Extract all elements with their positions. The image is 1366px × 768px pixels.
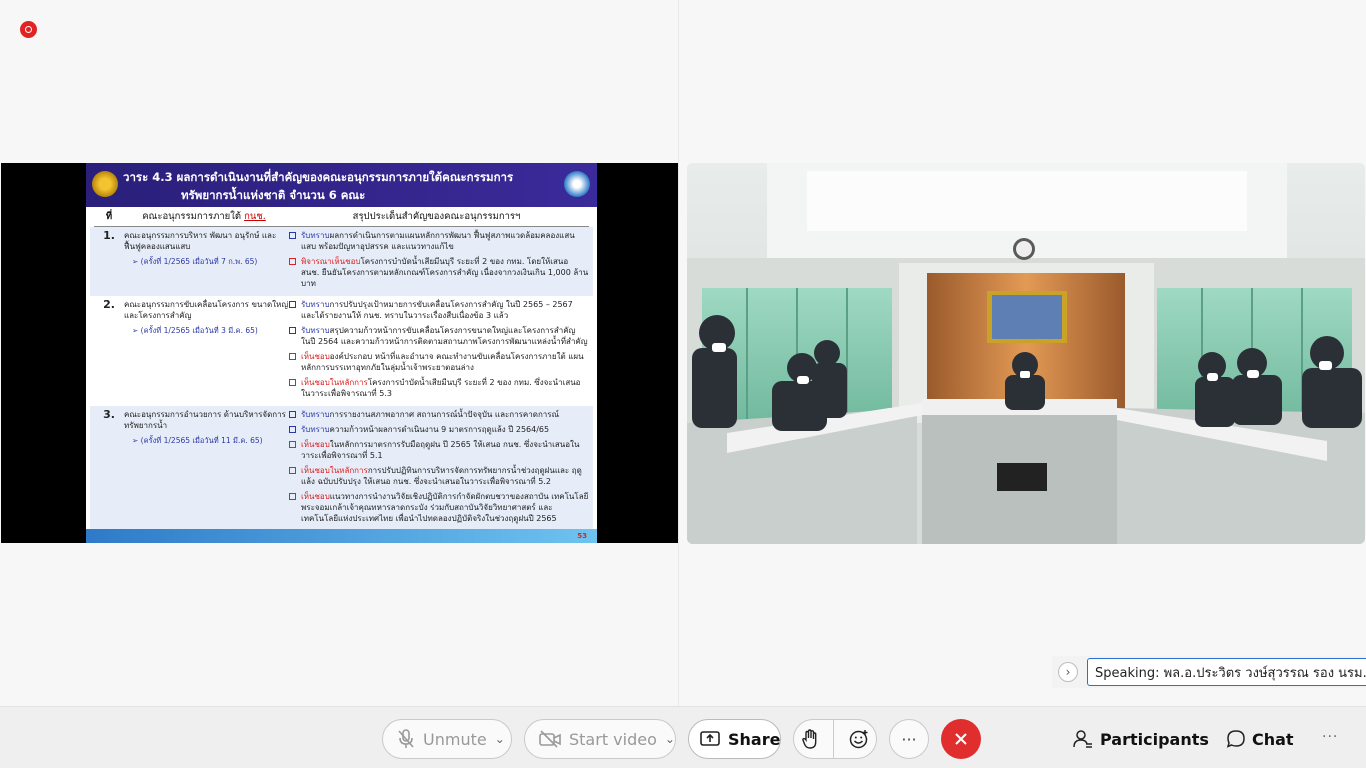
chat-icon xyxy=(1226,729,1246,749)
committee-name: คณะอนุกรรมการอำนวยการ ด้านบริหารจัดการทร… xyxy=(124,409,289,528)
chat-label: Chat xyxy=(1252,729,1294,749)
summary-keyword: รับทราบ xyxy=(301,300,330,309)
reactions-group xyxy=(793,719,877,759)
row-number: 1. xyxy=(103,229,115,242)
col-summary: สรุปประเด็นสำคัญของคณะอนุกรรมการฯ xyxy=(352,211,521,222)
share-label: Share xyxy=(728,729,781,749)
committee-name-text: คณะอนุกรรมการอำนวยการ ด้านบริหารจัดการทร… xyxy=(124,410,286,430)
committee-name: คณะอนุกรรมการขับเคลื่อนโครงการ ขนาดใหญ่แ… xyxy=(124,299,289,403)
participants-icon xyxy=(1072,729,1094,749)
speaking-indicator-bar: › Speaking: พล.อ.ประวิตร วงษ์สุวรรณ รอง … xyxy=(1052,656,1366,688)
slide-table-row: 1. คณะอนุกรรมการบริหาร พัฒนา อนุรักษ์ และ… xyxy=(90,227,593,296)
summary-keyword: เห็นชอบ xyxy=(301,352,330,361)
summary-text: แนวทางการนำงานวิจัยเชิงปฏิบัติการกำจัดผั… xyxy=(301,492,589,523)
summary-item: เห็นชอบแนวทางการนำงานวิจัยเชิงปฏิบัติการ… xyxy=(289,491,589,524)
summary-text: สรุปความก้าวหน้าการขับเคลื่อนโครงการขนาด… xyxy=(301,326,588,346)
expand-chevron-icon[interactable]: › xyxy=(1058,662,1078,682)
slide-title-line1: วาระ 4.3 ผลการดำเนินงานที่สำคัญของคณะอนุ… xyxy=(123,170,514,184)
slide-table-body: 1. คณะอนุกรรมการบริหาร พัฒนา อนุรักษ์ และ… xyxy=(86,227,597,531)
summary-items: รับทราบการรายงานสภาพอากาศ สถานการณ์น้ำปั… xyxy=(289,409,589,528)
meeting-control-bar: Unmute ⌄ Start video ⌄ Share ··· Partici… xyxy=(0,706,1366,768)
slide-table-row: 2. คณะอนุกรรมการขับเคลื่อนโครงการ ขนาดใหญ… xyxy=(90,296,593,406)
summary-keyword: พิจารณาเห็นชอบ xyxy=(301,257,361,266)
summary-item: พิจารณาเห็นชอบโครงการบำบัดน้ำเสียมีนบุรี… xyxy=(289,256,589,289)
mic-off-icon xyxy=(397,729,415,749)
summary-item: เห็นชอบในหลักการมาตรการรับมือฤดูฝน ปี 25… xyxy=(289,439,589,461)
participants-label: Participants xyxy=(1100,729,1209,749)
summary-item: รับทราบผลการดำเนินการตามแผนหลักการพัฒนา … xyxy=(289,230,589,252)
slide-header: วาระ 4.3 ผลการดำเนินงานที่สำคัญของคณะอนุ… xyxy=(86,163,597,207)
speaking-label: Speaking: พล.อ.ประวิตร วงษ์สุวรรณ รอง นร… xyxy=(1087,658,1366,686)
summary-text: องค์ประกอบ หน้าที่และอำนาจ คณะทำงานขับเค… xyxy=(301,352,584,372)
end-call-button[interactable] xyxy=(941,719,981,759)
chat-button[interactable]: Chat xyxy=(1226,719,1294,759)
committee-name: คณะอนุกรรมการบริหาร พัฒนา อนุรักษ์ และฟื… xyxy=(124,230,289,293)
raise-hand-icon[interactable] xyxy=(801,729,819,749)
col-number: ที่ xyxy=(105,211,113,222)
committee-name-text: คณะอนุกรรมการขับเคลื่อนโครงการ ขนาดใหญ่แ… xyxy=(124,300,289,320)
start-video-button[interactable]: Start video ⌄ xyxy=(524,719,676,759)
summary-items: รับทราบผลการดำเนินการตามแผนหลักการพัฒนา … xyxy=(289,230,589,293)
video-off-icon xyxy=(539,730,561,748)
summary-keyword: รับทราบ xyxy=(301,231,330,240)
summary-keyword: เห็นชอบ xyxy=(301,492,330,501)
reactions-separator xyxy=(833,719,835,759)
tile-divider xyxy=(678,0,679,706)
video-options-chevron-icon[interactable]: ⌄ xyxy=(665,732,675,746)
summary-keyword: เห็นชอบ xyxy=(301,440,330,449)
summary-text: ผลการดำเนินการตามแผนหลักการพัฒนา ฟื้นฟูส… xyxy=(301,231,575,251)
summary-item: เห็นชอบในหลักการการปรับปฏิทินการบริหารจั… xyxy=(289,465,589,487)
start-video-label: Start video xyxy=(569,729,657,749)
unmute-button[interactable]: Unmute ⌄ xyxy=(382,719,512,759)
summary-text: การปรับปรุงเป้าหมายการขับเคลื่อนโครงการส… xyxy=(301,300,573,320)
meeting-reference: ➢ (ครั้งที่ 1/2565 เมื่อวันที่ 11 มี.ค. … xyxy=(132,436,263,445)
meeting-room-video-frame xyxy=(687,163,1365,544)
committee-name-text: คณะอนุกรรมการบริหาร พัฒนา อนุรักษ์ และฟื… xyxy=(124,231,277,251)
water-agency-logo-icon xyxy=(564,171,590,197)
camera-video-tile[interactable] xyxy=(687,163,1365,544)
col-committee: คณะอนุกรรมการภายใต้ กนช. xyxy=(142,211,266,222)
unmute-options-chevron-icon[interactable]: ⌄ xyxy=(495,732,505,746)
meeting-reference: ➢ (ครั้งที่ 1/2565 เมื่อวันที่ 7 ก.พ. 65… xyxy=(132,257,258,266)
summary-text: การรายงานสภาพอากาศ สถานการณ์น้ำปัจจุบัน … xyxy=(329,410,559,419)
unmute-label: Unmute xyxy=(423,729,487,749)
row-number: 3. xyxy=(103,408,115,421)
summary-item: รับทราบการรายงานสภาพอากาศ สถานการณ์น้ำปั… xyxy=(289,409,589,420)
recording-indicator-icon xyxy=(20,21,37,38)
end-call-icon xyxy=(953,731,969,747)
summary-keyword: เห็นชอบในหลักการ xyxy=(301,378,368,387)
summary-text: ความก้าวหน้าผลการดำเนินงาน 9 มาตรการฤดูแ… xyxy=(329,425,550,434)
summary-item: รับทราบสรุปความก้าวหน้าการขับเคลื่อนโครง… xyxy=(289,325,589,347)
slide-title-line2: ทรัพยากรน้ำแห่งชาติ จำนวน 6 คณะ xyxy=(181,188,366,202)
share-screen-icon xyxy=(700,730,720,748)
presentation-slide: วาระ 4.3 ผลการดำเนินงานที่สำคัญของคณะอนุ… xyxy=(86,163,597,543)
participants-button[interactable]: Participants xyxy=(1072,719,1209,759)
overflow-menu-button[interactable]: ··· xyxy=(1322,729,1338,745)
summary-items: รับทราบการปรับปรุงเป้าหมายการขับเคลื่อนโ… xyxy=(289,299,589,403)
emoji-icon[interactable] xyxy=(849,729,869,749)
summary-item: รับทราบความก้าวหน้าผลการดำเนินงาน 9 มาตร… xyxy=(289,424,589,435)
summary-item: รับทราบการปรับปรุงเป้าหมายการขับเคลื่อนโ… xyxy=(289,299,589,321)
summary-keyword: เห็นชอบในหลักการ xyxy=(301,466,368,475)
slide-footer: 53 xyxy=(86,529,597,543)
shared-screen-tile[interactable]: วาระ 4.3 ผลการดำเนินงานที่สำคัญของคณะอนุ… xyxy=(1,163,678,543)
government-seal-icon xyxy=(92,171,118,197)
more-options-button[interactable]: ··· xyxy=(889,719,929,759)
meeting-reference: ➢ (ครั้งที่ 1/2565 เมื่อวันที่ 3 มี.ค. 6… xyxy=(132,326,258,335)
slide-page-number: 53 xyxy=(577,532,587,540)
row-number: 2. xyxy=(103,298,115,311)
summary-item: เห็นชอบองค์ประกอบ หน้าที่และอำนาจ คณะทำง… xyxy=(289,351,589,373)
summary-keyword: รับทราบ xyxy=(301,425,330,434)
share-button[interactable]: Share xyxy=(688,719,781,759)
slide-table-row: 3. คณะอนุกรรมการอำนวยการ ด้านบริหารจัดการ… xyxy=(90,406,593,531)
summary-keyword: รับทราบ xyxy=(301,326,330,335)
summary-text: ในหลักการมาตรการรับมือฤดูฝน ปี 2565 ให้เ… xyxy=(301,440,580,460)
slide-table-header: ที่ คณะอนุกรรมการภายใต้ กนช. สรุปประเด็น… xyxy=(94,207,589,227)
summary-item: เห็นชอบในหลักการโครงการบำบัดน้ำเสียมีนบุ… xyxy=(289,377,589,399)
summary-keyword: รับทราบ xyxy=(301,410,330,419)
